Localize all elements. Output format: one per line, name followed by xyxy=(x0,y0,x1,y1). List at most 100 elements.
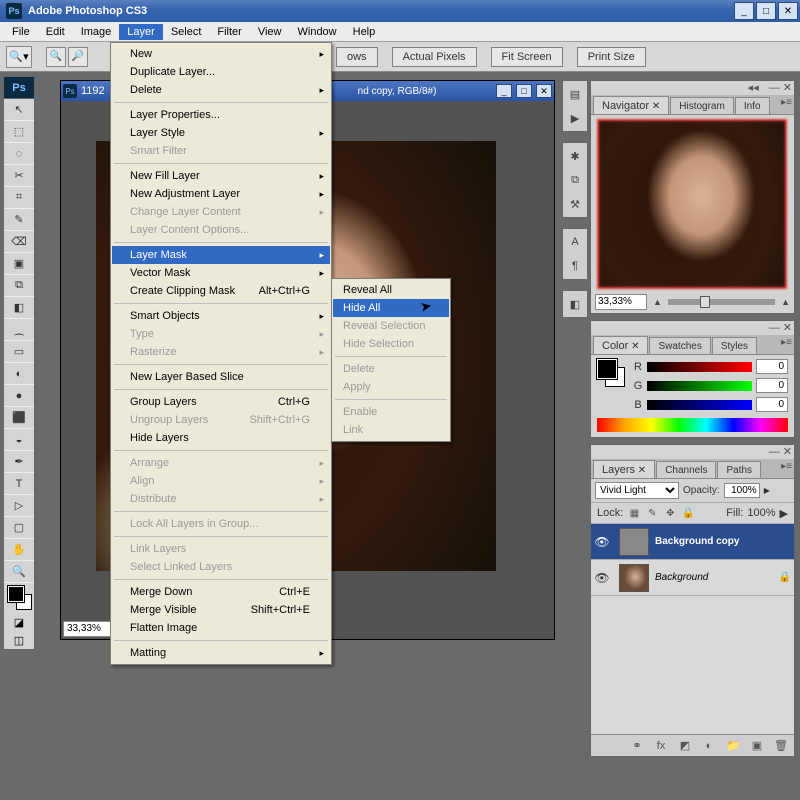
tool-8[interactable]: ⧉ xyxy=(4,275,34,297)
lock-all-icon[interactable]: 🔒 xyxy=(681,506,695,520)
menu-item-vector-mask[interactable]: Vector Mask xyxy=(112,264,330,282)
tool-14[interactable]: ⬛ xyxy=(4,407,34,429)
tab-info[interactable]: Info xyxy=(735,97,770,114)
menu-help[interactable]: Help xyxy=(345,24,384,40)
tab-styles[interactable]: Styles xyxy=(712,337,757,354)
color-swatch-tool[interactable] xyxy=(4,583,34,613)
menu-item-create-clipping-mask[interactable]: Create Clipping MaskAlt+Ctrl+G xyxy=(112,282,330,300)
doc-minimize-button[interactable]: _ xyxy=(496,84,512,98)
tool-13[interactable]: ● xyxy=(4,385,34,407)
menu-item-layer-style[interactable]: Layer Style xyxy=(112,124,330,142)
tool-20[interactable]: ✋ xyxy=(4,539,34,561)
tool-18[interactable]: ▷ xyxy=(4,495,34,517)
color-spectrum[interactable] xyxy=(597,418,788,432)
new-layer-icon[interactable]: ▣ xyxy=(750,739,764,752)
color-menu-icon[interactable]: ▸≡ xyxy=(781,337,792,348)
tool-11[interactable]: ▭ xyxy=(4,341,34,363)
menu-item-matting[interactable]: Matting xyxy=(112,644,330,662)
tool-19[interactable]: ▢ xyxy=(4,517,34,539)
navigator-menu-icon[interactable]: ▸≡ xyxy=(781,97,792,108)
menu-edit[interactable]: Edit xyxy=(38,24,73,40)
menu-item-new[interactable]: New xyxy=(112,45,330,63)
layer-row[interactable]: 👁Background🔒 xyxy=(591,560,794,596)
menu-filter[interactable]: Filter xyxy=(209,24,249,40)
tool-9[interactable]: ◧ xyxy=(4,297,34,319)
tool-presets-dock-icon[interactable]: ⚒ xyxy=(565,194,585,214)
tool-6[interactable]: ⌫ xyxy=(4,231,34,253)
menu-item-flatten-image[interactable]: Flatten Image xyxy=(112,619,330,637)
adjustment-layer-icon[interactable]: ◐ xyxy=(702,740,716,752)
tab-color[interactable]: Color ✕ xyxy=(593,336,648,354)
panel-close-icon[interactable]: — ✕ xyxy=(769,321,792,335)
fit-screen-button[interactable]: Fit Screen xyxy=(491,47,563,67)
menu-item-group-layers[interactable]: Group LayersCtrl+G xyxy=(112,393,330,411)
doc-maximize-button[interactable]: □ xyxy=(516,84,532,98)
actions-dock-icon[interactable]: ▶ xyxy=(565,108,585,128)
lock-pixels-icon[interactable]: ✎ xyxy=(645,506,659,520)
tab-navigator[interactable]: Navigator ✕ xyxy=(593,96,669,114)
delete-layer-icon[interactable]: 🗑 xyxy=(774,739,788,752)
mode-toggle-0[interactable]: ◪ xyxy=(4,613,34,631)
menu-image[interactable]: Image xyxy=(73,24,120,40)
layer-name[interactable]: Background copy xyxy=(655,536,794,547)
link-layers-icon[interactable]: ⚭ xyxy=(630,739,644,752)
character-dock-icon[interactable]: A xyxy=(565,232,585,252)
color-swatch[interactable] xyxy=(597,359,625,387)
tab-channels[interactable]: Channels xyxy=(656,461,716,478)
menu-item-smart-objects[interactable]: Smart Objects xyxy=(112,307,330,325)
menu-item-delete[interactable]: Delete xyxy=(112,81,330,99)
channel-slider-b[interactable] xyxy=(647,400,752,410)
layer-mask-icon[interactable]: ◩ xyxy=(678,739,692,752)
layer-group-icon[interactable]: 📁 xyxy=(726,739,740,752)
zoom-out-icon[interactable]: 🔎 xyxy=(68,47,88,67)
tool-3[interactable]: ✂ xyxy=(4,165,34,187)
panel-close-icon[interactable]: — ✕ xyxy=(769,445,792,459)
tool-15[interactable]: ◒ xyxy=(4,429,34,451)
tool-10[interactable]: ⁔ xyxy=(4,319,34,341)
menu-item-merge-down[interactable]: Merge DownCtrl+E xyxy=(112,583,330,601)
visibility-toggle-icon[interactable]: 👁 xyxy=(591,535,613,549)
doc-close-button[interactable]: ✕ xyxy=(536,84,552,98)
brushes-dock-icon[interactable]: ✱ xyxy=(565,146,585,166)
layer-thumbnail[interactable] xyxy=(619,564,649,592)
lock-transparent-icon[interactable]: ▦ xyxy=(627,506,641,520)
menu-item-new-adjustment-layer[interactable]: New Adjustment Layer xyxy=(112,185,330,203)
clone-dock-icon[interactable]: ⧉ xyxy=(565,170,585,190)
layer-row[interactable]: 👁 Background copy xyxy=(591,524,794,560)
menu-layer[interactable]: Layer xyxy=(119,24,163,40)
opacity-field[interactable]: 100% xyxy=(724,483,760,498)
navigator-zoom-field[interactable]: 33,33% xyxy=(595,294,647,310)
tool-0[interactable]: ↖ xyxy=(4,99,34,121)
resize-windows-button[interactable]: ows xyxy=(336,47,378,67)
zoom-out-small-icon[interactable]: ▲ xyxy=(653,297,662,307)
navigator-thumbnail[interactable] xyxy=(597,119,787,289)
menu-item-layer-properties-[interactable]: Layer Properties... xyxy=(112,106,330,124)
tool-preset-picker[interactable]: 🔍▾ xyxy=(6,46,32,68)
fill-arrow-icon[interactable]: ▶ xyxy=(780,507,788,520)
blend-mode-select[interactable]: Vivid Light xyxy=(595,482,679,499)
channel-value-r[interactable]: 0 xyxy=(756,359,788,374)
opacity-arrow-icon[interactable]: ▶ xyxy=(764,486,770,495)
tool-2[interactable]: ◌ xyxy=(4,143,34,165)
layers-menu-icon[interactable]: ▸≡ xyxy=(781,461,792,472)
menu-window[interactable]: Window xyxy=(290,24,345,40)
channel-value-g[interactable]: 0 xyxy=(756,378,788,393)
channel-slider-r[interactable] xyxy=(647,362,752,372)
menu-item-layer-mask[interactable]: Layer Mask xyxy=(112,246,330,264)
zoom-in-large-icon[interactable]: ▲ xyxy=(781,297,790,307)
fill-field[interactable]: 100% xyxy=(747,507,775,519)
actual-pixels-button[interactable]: Actual Pixels xyxy=(392,47,477,67)
tool-17[interactable]: T xyxy=(4,473,34,495)
menu-item-new-fill-layer[interactable]: New Fill Layer xyxy=(112,167,330,185)
minimize-button[interactable]: _ xyxy=(734,2,754,20)
panel-close-icon[interactable]: — ✕ xyxy=(769,81,792,95)
menu-item-merge-visible[interactable]: Merge VisibleShift+Ctrl+E xyxy=(112,601,330,619)
tool-16[interactable]: ✒ xyxy=(4,451,34,473)
tab-paths[interactable]: Paths xyxy=(717,461,761,478)
submenu-reveal-all[interactable]: Reveal All xyxy=(333,281,449,299)
channel-value-b[interactable]: 0 xyxy=(756,397,788,412)
menu-view[interactable]: View xyxy=(250,24,290,40)
menu-item-hide-layers[interactable]: Hide Layers xyxy=(112,429,330,447)
menu-select[interactable]: Select xyxy=(163,24,210,40)
close-button[interactable]: ✕ xyxy=(778,2,798,20)
